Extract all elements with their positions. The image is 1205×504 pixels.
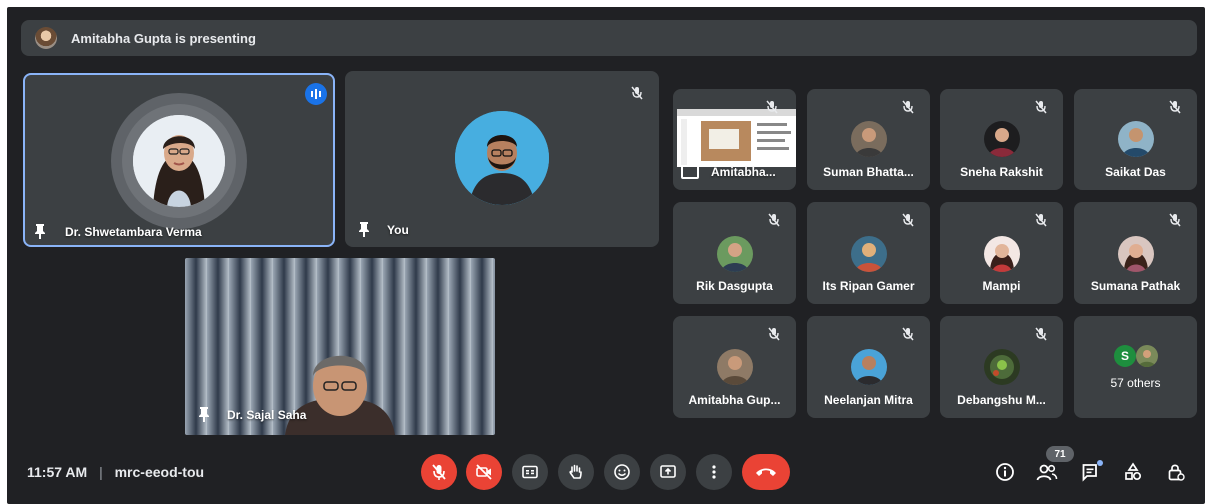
chat-button[interactable] xyxy=(1078,459,1104,485)
camera-name: Dr. Sajal Saha xyxy=(227,408,307,422)
muted-mic-icon xyxy=(1031,97,1051,117)
camera-tile[interactable]: Dr. Sajal Saha xyxy=(185,258,495,435)
participant-avatar xyxy=(850,121,887,157)
muted-mic-icon xyxy=(898,97,918,117)
participant-tile[interactable]: Debangshu M... xyxy=(940,316,1063,418)
closed-captions-icon xyxy=(522,465,538,479)
muted-mic-icon xyxy=(764,210,784,230)
participant-tile[interactable]: Suman Bhatta... xyxy=(807,89,930,190)
hand-icon xyxy=(569,464,582,479)
mic-off-icon xyxy=(432,464,446,480)
participant-count: 71 xyxy=(1054,448,1066,460)
muted-mic-icon xyxy=(898,324,918,344)
others-initial-avatar: S xyxy=(1114,345,1136,367)
emoji-reaction-button[interactable] xyxy=(604,454,640,490)
others-tile[interactable]: S 57 others xyxy=(1074,316,1197,418)
grid-name: Amitabha... xyxy=(711,165,776,179)
people-icon xyxy=(1036,464,1058,481)
participant-name: Its Ripan Gamer xyxy=(822,279,915,293)
self-avatar xyxy=(455,111,549,205)
presenter-avatar xyxy=(35,27,57,49)
muted-mic-icon xyxy=(1165,97,1185,117)
participant-avatar xyxy=(983,349,1020,385)
participant-avatar xyxy=(716,236,753,272)
participant-name: Sumana Pathak xyxy=(1090,279,1181,293)
speaking-indicator-icon xyxy=(305,83,327,105)
call-end-icon xyxy=(756,468,776,476)
participant-count-badge: 71 xyxy=(1046,446,1074,462)
activities-button[interactable] xyxy=(1120,459,1146,485)
more-vert-icon xyxy=(712,465,716,479)
leave-call-button[interactable] xyxy=(742,454,790,490)
participant-tile[interactable]: Its Ripan Gamer xyxy=(807,202,930,304)
participant-avatar xyxy=(1117,121,1154,157)
participant-name: Neelanjan Mitra xyxy=(824,393,913,407)
present-now-button[interactable] xyxy=(650,454,686,490)
participant-avatar xyxy=(983,236,1020,272)
participant-avatar xyxy=(1117,236,1154,272)
presentation-tile[interactable]: Amitabha... xyxy=(673,89,796,190)
captions-button[interactable] xyxy=(512,454,548,490)
presenting-banner: Amitabha Gupta is presenting xyxy=(21,20,1197,56)
present-screen-icon xyxy=(681,165,699,179)
participant-name: Debangshu M... xyxy=(957,393,1046,407)
participant-avatar xyxy=(850,236,887,272)
pin-icon[interactable] xyxy=(357,221,371,237)
present-screen-icon xyxy=(660,465,676,478)
participant-name: Mampi xyxy=(982,279,1021,293)
others-initial: S xyxy=(1120,349,1129,363)
speaker-name: Dr. Shwetambara Verma xyxy=(65,225,202,239)
video-off-icon xyxy=(476,464,492,480)
self-tile[interactable]: You xyxy=(345,71,659,247)
participant-name: Rik Dasgupta xyxy=(696,279,773,293)
presenting-text: Amitabha Gupta is presenting xyxy=(71,30,256,46)
more-options-button[interactable] xyxy=(696,454,732,490)
info-icon xyxy=(996,463,1014,481)
participant-name: Sneha Rakshit xyxy=(960,165,1043,179)
lock-person-icon xyxy=(1168,464,1185,481)
host-controls-button[interactable] xyxy=(1163,459,1189,485)
participant-name: Saikat Das xyxy=(1105,165,1166,179)
raise-hand-button[interactable] xyxy=(558,454,594,490)
clock-time: 11:57 AM xyxy=(27,464,88,480)
people-button[interactable] xyxy=(1034,459,1060,485)
participant-tile[interactable]: Neelanjan Mitra xyxy=(807,316,930,418)
muted-mic-icon xyxy=(762,97,782,117)
muted-mic-icon xyxy=(1031,324,1051,344)
participant-tile[interactable]: Sumana Pathak xyxy=(1074,202,1197,304)
muted-mic-icon xyxy=(1031,210,1051,230)
participant-avatar xyxy=(983,121,1020,157)
muted-mic-icon xyxy=(898,210,918,230)
participant-name: Suman Bhatta... xyxy=(823,165,914,179)
camera-off-button[interactable] xyxy=(466,454,502,490)
muted-mic-icon xyxy=(627,83,647,103)
participant-tile[interactable]: Rik Dasgupta xyxy=(673,202,796,304)
participant-tile[interactable]: Saikat Das xyxy=(1074,89,1197,190)
pin-icon[interactable] xyxy=(197,406,211,422)
activities-shapes-icon xyxy=(1125,462,1142,481)
participant-avatar xyxy=(716,349,753,385)
microphone-off-button[interactable] xyxy=(421,454,457,490)
meeting-window: Amitabha Gupta is presenting Dr. Shwetam… xyxy=(7,7,1205,504)
meeting-info: 11:57 AM | mrc-eeod-tou xyxy=(27,464,204,480)
self-name: You xyxy=(387,223,409,237)
others-photo-avatar xyxy=(1136,345,1158,367)
others-label: 57 others xyxy=(1110,376,1161,390)
participant-tile[interactable]: Amitabha Gup... xyxy=(673,316,796,418)
muted-mic-icon xyxy=(1165,210,1185,230)
presentation-thumbnail xyxy=(677,109,796,167)
speaker-tile[interactable]: Dr. Shwetambara Verma xyxy=(23,73,335,247)
pin-icon[interactable] xyxy=(33,223,47,239)
chat-notification-dot xyxy=(1097,460,1103,466)
muted-mic-icon xyxy=(764,324,784,344)
smiley-icon xyxy=(614,464,630,480)
participant-name: Amitabha Gup... xyxy=(688,393,781,407)
meeting-code: mrc-eeod-tou xyxy=(114,464,205,480)
info-separator: | xyxy=(99,464,103,480)
participant-tile[interactable]: Mampi xyxy=(940,202,1063,304)
participant-tile[interactable]: Sneha Rakshit xyxy=(940,89,1063,190)
participant-avatar xyxy=(850,349,887,385)
speaker-avatar xyxy=(133,115,225,207)
meeting-details-button[interactable] xyxy=(992,459,1018,485)
